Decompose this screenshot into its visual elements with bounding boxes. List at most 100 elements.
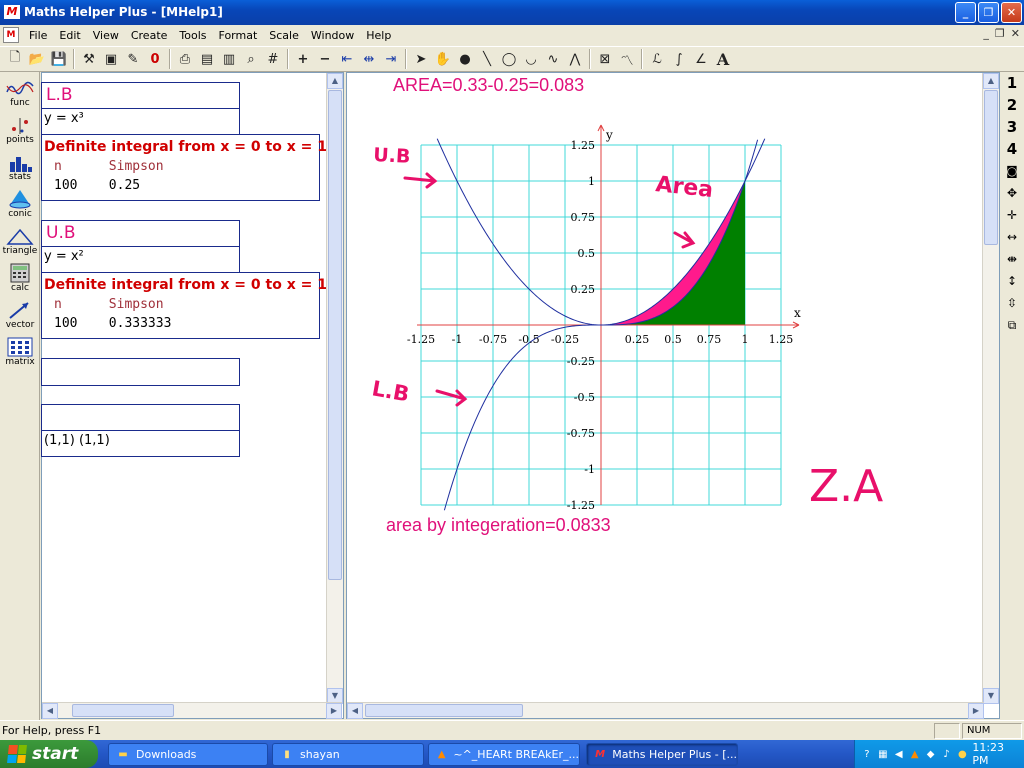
view-4-button[interactable]: 4 (1000, 138, 1024, 160)
stretch-h-icon[interactable]: ↔ (1000, 226, 1024, 248)
graph-h-scroll-thumb[interactable] (365, 704, 523, 717)
triangle-tool[interactable]: triangle (0, 220, 40, 257)
hand-icon[interactable]: ✋ (432, 48, 454, 70)
lb-formula-box[interactable]: y = x³ (41, 108, 240, 135)
mdi-restore-button[interactable]: ❐ (995, 27, 1005, 40)
conic-tool[interactable]: conic (0, 183, 40, 220)
lb-integral-box[interactable]: Definite integral from x = 0 to x = 1 n … (41, 134, 327, 201)
select-arrow-icon[interactable]: ➤ (410, 48, 432, 70)
shrink-v-icon[interactable]: ⇳ (1000, 292, 1024, 314)
left-panel-vertical-scrollbar[interactable]: ▲ ▼ (326, 73, 343, 704)
find-icon[interactable]: ⌕ (240, 48, 262, 70)
menu-create[interactable]: Create (125, 29, 174, 42)
minimize-button[interactable]: _ (955, 2, 976, 23)
fit-center-icon[interactable]: ⇹ (358, 48, 380, 70)
task-downloads[interactable]: ▬ Downloads (108, 743, 268, 766)
save-icon[interactable]: 💾 (48, 48, 70, 70)
task-shayan[interactable]: ▮ shayan (272, 743, 424, 766)
help-tray-icon[interactable]: ? (861, 747, 873, 761)
left-panel-horizontal-scrollbar[interactable]: ◀ ▶ (42, 702, 342, 719)
view-1-button[interactable]: 1 (1000, 72, 1024, 94)
move-small-icon[interactable]: ✛ (1000, 204, 1024, 226)
angle-icon[interactable]: ∠ (690, 48, 712, 70)
menu-edit[interactable]: Edit (53, 29, 86, 42)
graph-horizontal-scrollbar[interactable]: ◀ ▶ (347, 702, 984, 719)
point-icon[interactable]: ● (454, 48, 476, 70)
vector-tool[interactable]: vector (0, 294, 40, 331)
graph-canvas[interactable]: AREA=0.33-0.25=0.083 area by integeratio… (347, 73, 983, 703)
zoom-out-icon[interactable]: − (314, 48, 336, 70)
h-scroll-thumb[interactable] (72, 704, 174, 717)
scroll-thumb[interactable] (328, 90, 342, 580)
mdi-close-button[interactable]: ✕ (1011, 27, 1020, 40)
start-button[interactable]: start (0, 740, 98, 768)
calc-tool[interactable]: calc (0, 257, 40, 294)
task-maths-helper[interactable]: M Maths Helper Plus - [... (586, 743, 738, 766)
new-icon[interactable]: 🗋 (4, 48, 26, 70)
view-2-button[interactable]: 2 (1000, 94, 1024, 116)
scroll-up-button[interactable]: ▲ (327, 73, 343, 89)
move-icon[interactable]: ✥ (1000, 182, 1024, 204)
menu-tools[interactable]: Tools (173, 29, 212, 42)
antivirus-tray-icon[interactable]: ● (956, 747, 968, 761)
task-vlc[interactable]: ▲ ~^_HEARt BREAkEr_... (428, 743, 580, 766)
scroll-right-button[interactable]: ▶ (326, 703, 342, 719)
menu-format[interactable]: Format (213, 29, 264, 42)
text-style-icon[interactable]: ℒ (646, 48, 668, 70)
clear-icon[interactable]: ⊠ (594, 48, 616, 70)
ub-formula-box[interactable]: y = x² (41, 246, 240, 273)
tools-icon[interactable]: ⚒ (78, 48, 100, 70)
print-preview-icon[interactable]: ▤ (196, 48, 218, 70)
vlc-tray-icon[interactable]: ▲ (909, 747, 921, 761)
fit-left-icon[interactable]: ⇤ (336, 48, 358, 70)
curve-icon[interactable]: ◡ (520, 48, 542, 70)
scroll-left-button[interactable]: ◀ (42, 703, 58, 719)
print-setup-icon[interactable]: ▥ (218, 48, 240, 70)
eraser-icon[interactable]: 0 (144, 48, 166, 70)
stretch-v-icon[interactable]: ↕ (1000, 270, 1024, 292)
graph-scroll-left-button[interactable]: ◀ (347, 703, 363, 719)
camera-icon[interactable]: ◙ (1000, 160, 1024, 182)
graph-scroll-right-button[interactable]: ▶ (968, 703, 984, 719)
view-3-button[interactable]: 3 (1000, 116, 1024, 138)
shield-tray-icon[interactable]: ◆ (925, 747, 937, 761)
func-tool[interactable]: func (0, 72, 40, 109)
back-tray-icon[interactable]: ◀ (893, 747, 905, 761)
restore-button[interactable]: ❐ (978, 2, 999, 23)
lb-header-box[interactable]: L.B (41, 82, 240, 109)
points-box[interactable]: (1,1) (1,1) (41, 430, 240, 457)
open-icon[interactable]: 📂 (26, 48, 48, 70)
volume-icon[interactable]: ♪ (941, 747, 953, 761)
stats-tool[interactable]: stats (0, 146, 40, 183)
graph-vertical-scrollbar[interactable]: ▲ ▼ (982, 73, 999, 704)
ub-header-box[interactable]: U.B (41, 220, 240, 247)
mdi-minimize-button[interactable]: _ (983, 27, 989, 40)
matrix-tool[interactable]: matrix (0, 331, 40, 368)
graph-scroll-down-button[interactable]: ▼ (983, 688, 999, 704)
text-icon[interactable]: A (712, 48, 734, 70)
wave-icon[interactable]: ∿ (542, 48, 564, 70)
zoom-in-icon[interactable]: + (292, 48, 314, 70)
menu-help[interactable]: Help (360, 29, 397, 42)
fit-right-icon[interactable]: ⇥ (380, 48, 402, 70)
network-tray-icon[interactable]: ▦ (877, 747, 889, 761)
empty-box-2[interactable] (41, 404, 240, 431)
menu-file[interactable]: File (23, 29, 53, 42)
grid-icon[interactable]: # (262, 48, 284, 70)
points-tool[interactable]: points (0, 109, 40, 146)
integral-icon[interactable]: ∫ (668, 48, 690, 70)
ub-integral-box[interactable]: Definite integral from x = 0 to x = 1 n … (41, 272, 327, 339)
peak-icon[interactable]: ⋀ (564, 48, 586, 70)
graph-scroll-thumb[interactable] (984, 90, 998, 245)
close-button[interactable]: ✕ (1001, 2, 1022, 23)
empty-box[interactable] (41, 358, 240, 386)
menu-view[interactable]: View (87, 29, 125, 42)
shrink-h-icon[interactable]: ⇼ (1000, 248, 1024, 270)
document-menu-icon[interactable]: M (3, 27, 19, 43)
picture-icon[interactable]: ▣ (100, 48, 122, 70)
menu-scale[interactable]: Scale (263, 29, 305, 42)
menu-window[interactable]: Window (305, 29, 360, 42)
print-icon[interactable]: ⎙ (174, 48, 196, 70)
line-icon[interactable]: ╲ (476, 48, 498, 70)
graph-scroll-up-button[interactable]: ▲ (983, 73, 999, 89)
